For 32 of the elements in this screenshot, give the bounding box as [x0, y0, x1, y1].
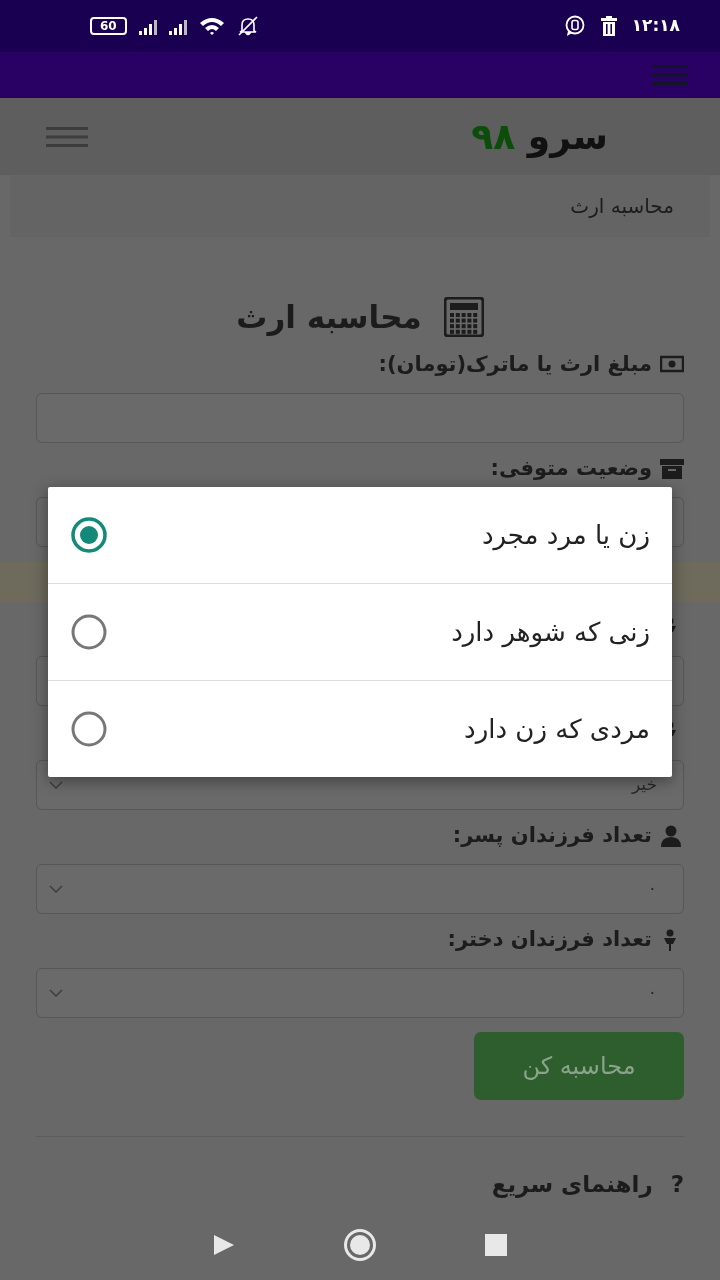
archive-box-icon	[660, 458, 684, 480]
back-icon[interactable]	[213, 1234, 235, 1256]
signal-icon	[138, 17, 157, 35]
help-heading: راهنمای سریع	[491, 1170, 653, 1200]
breadcrumb-item[interactable]: محاسبه ارث	[570, 191, 674, 221]
wifi-icon	[198, 16, 225, 36]
dialog-option[interactable]: زنی که شوهر دارد	[48, 584, 672, 681]
radio-button[interactable]	[70, 613, 108, 651]
muted-bell-icon	[236, 16, 259, 36]
field-label: تعداد فرزندان دختر:	[447, 926, 652, 954]
chevron-down-icon	[49, 989, 63, 997]
field-label: مبلغ ارث یا ماترک(تومان):	[378, 351, 652, 379]
chevron-down-icon	[49, 885, 63, 893]
battery-icon: 60	[90, 17, 127, 35]
page-title: محاسبه ارث	[236, 297, 422, 338]
clock-time: ۱۲:۱۸	[631, 14, 680, 38]
signal-icon	[168, 17, 187, 35]
select-field[interactable]: ۰	[36, 968, 684, 1018]
radio-button[interactable]	[70, 516, 108, 554]
question-mark-icon: ?	[670, 1167, 684, 1202]
calculator-icon	[443, 297, 484, 337]
user-icon	[660, 825, 684, 847]
field-label: وضعیت متوفی:	[490, 455, 652, 483]
dialog-option[interactable]: زن یا مرد مجرد	[48, 487, 672, 584]
trash-icon	[599, 16, 618, 36]
radio-button[interactable]	[70, 710, 108, 748]
field-label: تعداد فرزندان پسر:	[452, 822, 652, 850]
home-icon[interactable]	[343, 1228, 377, 1262]
chevron-down-icon	[49, 781, 63, 789]
calculate-button[interactable]: محاسبه کن	[474, 1032, 684, 1100]
select-field[interactable]: ۰	[36, 864, 684, 914]
chat-bubble-icon	[563, 15, 586, 37]
